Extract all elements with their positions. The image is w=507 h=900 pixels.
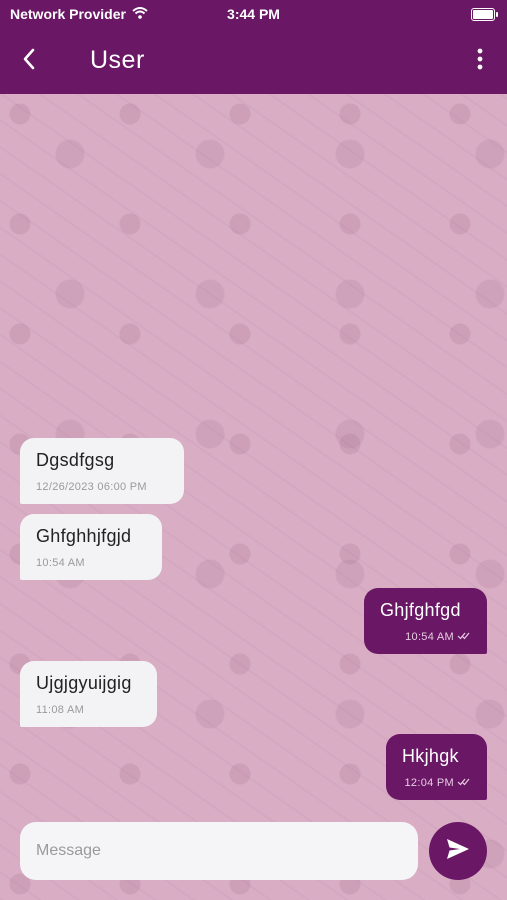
more-vertical-icon bbox=[477, 48, 483, 75]
message-text: Ghfghhjfgjd bbox=[36, 526, 132, 546]
message-text: Hkjhgk bbox=[402, 746, 459, 766]
chevron-left-icon bbox=[22, 48, 36, 75]
message-text: Ghjfghfgd bbox=[380, 600, 461, 620]
page-title: User bbox=[90, 46, 145, 74]
message-input[interactable] bbox=[20, 822, 418, 880]
message-time: 10:54 AM bbox=[405, 631, 454, 643]
message-time: 12:04 PM bbox=[404, 777, 454, 789]
more-options-button[interactable] bbox=[467, 44, 493, 78]
message-meta: 10:54 AM bbox=[380, 631, 471, 643]
message-bubble[interactable]: Ghfghhjfgjd 10:54 AM bbox=[20, 514, 162, 580]
battery-icon bbox=[471, 8, 498, 21]
message-bubble[interactable]: Ujgjgyuijgig 11:08 AM bbox=[20, 661, 157, 727]
message-composer bbox=[20, 822, 418, 880]
message-text: Dgsdfgsg bbox=[36, 450, 115, 470]
message-time: 11:08 AM bbox=[36, 704, 85, 716]
message-bubble[interactable]: Ghjfghfgd 10:54 AM bbox=[364, 588, 487, 654]
message-time: 12/26/2023 06:00 PM bbox=[36, 481, 147, 493]
message-bubble[interactable]: Hkjhgk 12:04 PM bbox=[386, 734, 487, 800]
status-bar: Network Provider 3:44 PM bbox=[0, 0, 507, 28]
message-time: 10:54 AM bbox=[36, 557, 85, 569]
send-button[interactable] bbox=[429, 822, 487, 880]
message-text: Ujgjgyuijgig bbox=[36, 673, 132, 693]
send-icon bbox=[445, 837, 471, 866]
message-bubble[interactable]: Dgsdfgsg 12/26/2023 06:00 PM bbox=[20, 438, 184, 504]
back-button[interactable] bbox=[12, 44, 46, 78]
app-bar: User bbox=[0, 28, 507, 94]
double-check-icon bbox=[457, 631, 471, 643]
double-check-icon bbox=[457, 777, 471, 789]
chat-area[interactable]: Dgsdfgsg 12/26/2023 06:00 PM Ghfghhjfgjd… bbox=[0, 94, 507, 900]
status-time: 3:44 PM bbox=[227, 6, 280, 22]
message-meta: 12:04 PM bbox=[402, 777, 471, 789]
